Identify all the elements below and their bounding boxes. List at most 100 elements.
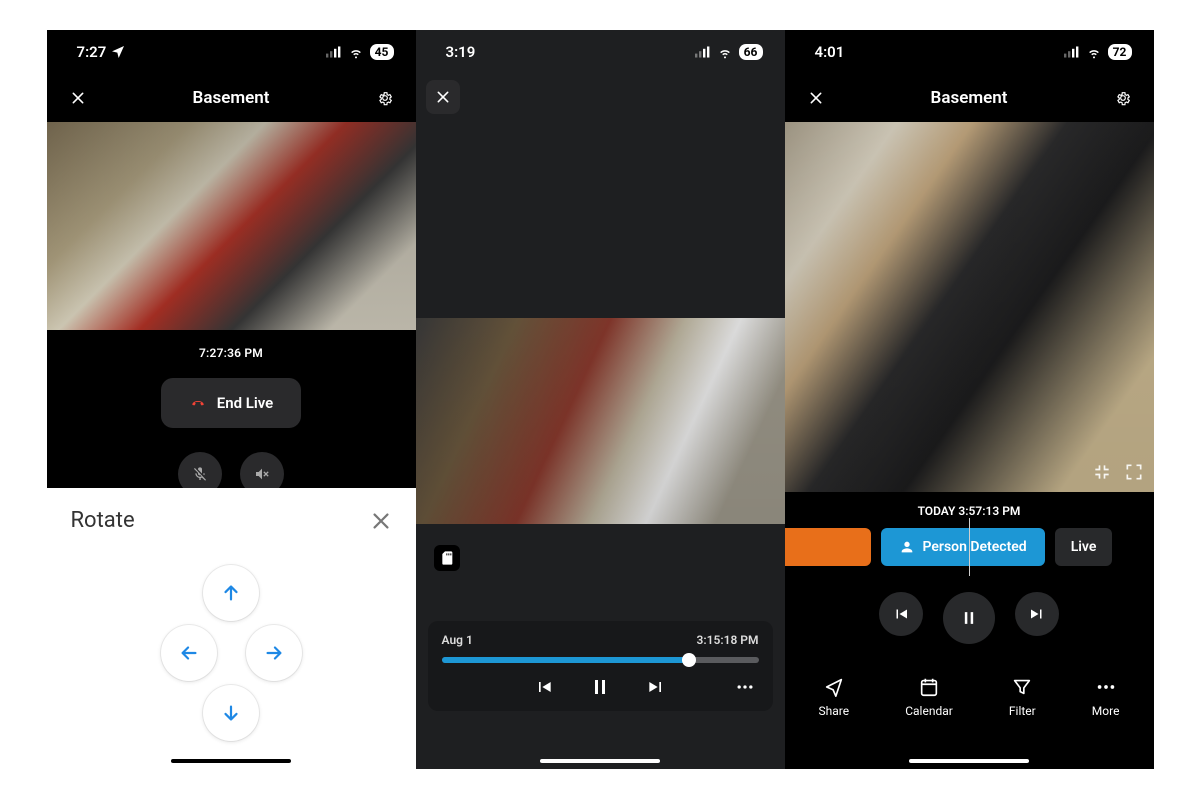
live-timestamp: 7:27:36 PM: [199, 346, 263, 360]
pause-button[interactable]: [588, 675, 612, 703]
person-detected-chip[interactable]: Person Detected: [881, 528, 1045, 566]
calendar-button[interactable]: Calendar: [905, 676, 953, 718]
battery-percent: 45: [370, 44, 394, 60]
wifi-icon: [717, 44, 733, 60]
arrow-down-icon: [220, 702, 242, 724]
close-button[interactable]: [426, 80, 460, 114]
fullscreen-icon[interactable]: [1124, 462, 1144, 482]
app-header: Basement: [785, 74, 1154, 122]
pause-icon: [959, 608, 979, 628]
phone-1-live-view: 7:27 45 Basement 7:27:36 PM End Live: [47, 30, 416, 769]
filter-label: Filter: [1009, 704, 1036, 718]
mic-off-icon: [192, 466, 208, 482]
timeline-chips[interactable]: Person Detected Live: [785, 528, 1154, 566]
person-detected-label: Person Detected: [923, 539, 1027, 555]
scrubber-progress: [442, 657, 689, 663]
bottom-toolbar: Share Calendar Filter More: [785, 666, 1154, 768]
pause-button[interactable]: [943, 592, 995, 644]
rotate-left-button[interactable]: [161, 625, 217, 681]
close-icon: [70, 90, 86, 106]
more-icon: [735, 677, 755, 697]
phone-2-playback: 3:19 66 Aug 1 3:15:18 PM: [416, 30, 785, 769]
end-live-label: End Live: [217, 394, 274, 412]
close-icon: [808, 90, 824, 106]
recorded-camera-feed[interactable]: [416, 318, 785, 524]
filter-icon: [1011, 676, 1033, 698]
scrubber-knob[interactable]: [682, 653, 696, 667]
gear-icon: [377, 90, 393, 106]
sd-card-icon: [439, 550, 455, 566]
playback-time: 3:15:18 PM: [697, 633, 759, 647]
phone-3-event-view: 4:01 72 Basement TODAY 3:57:13 PM: [785, 30, 1154, 769]
scrubber[interactable]: [442, 657, 759, 663]
location-arrow-icon: [110, 44, 126, 60]
skip-previous-icon: [892, 605, 910, 623]
settings-button[interactable]: [1106, 81, 1140, 115]
share-icon: [823, 676, 845, 698]
timeline-event-chip[interactable]: [785, 528, 871, 566]
gear-icon: [1115, 90, 1131, 106]
skip-next-icon: [1028, 605, 1046, 623]
rotate-right-button[interactable]: [246, 625, 302, 681]
filter-button[interactable]: Filter: [1009, 676, 1036, 718]
event-camera-feed[interactable]: [785, 122, 1154, 492]
home-indicator[interactable]: [171, 759, 291, 763]
share-button[interactable]: Share: [819, 676, 850, 718]
wifi-icon: [348, 44, 364, 60]
share-label: Share: [819, 704, 850, 718]
arrow-left-icon: [178, 642, 200, 664]
playback-date: Aug 1: [442, 633, 473, 647]
settings-button[interactable]: [368, 81, 402, 115]
rotate-down-button[interactable]: [203, 685, 259, 741]
status-bar: 3:19 66: [416, 30, 785, 74]
next-button[interactable]: [646, 677, 666, 701]
arrow-right-icon: [263, 642, 285, 664]
page-title: Basement: [193, 88, 270, 108]
sd-card-button[interactable]: [434, 545, 460, 571]
pause-icon: [588, 675, 612, 699]
wifi-icon: [1086, 44, 1102, 60]
rotate-sheet: Rotate: [47, 488, 416, 769]
cellular-signal-icon: [1064, 44, 1080, 60]
skip-next-icon: [646, 677, 666, 697]
speaker-off-icon: [254, 466, 270, 482]
home-indicator[interactable]: [909, 759, 1029, 763]
playback-more-button[interactable]: [735, 677, 755, 701]
page-title: Basement: [931, 88, 1008, 108]
rotate-title: Rotate: [71, 508, 135, 533]
close-icon: [435, 89, 451, 105]
close-sheet-button[interactable]: [370, 510, 392, 532]
rotate-up-button[interactable]: [203, 565, 259, 621]
live-controls: 7:27:36 PM End Live: [47, 330, 416, 496]
calendar-icon: [918, 676, 940, 698]
more-label: More: [1092, 704, 1120, 718]
close-button[interactable]: [61, 81, 95, 115]
previous-button[interactable]: [534, 677, 554, 701]
live-camera-feed[interactable]: [47, 122, 416, 330]
skip-previous-icon: [534, 677, 554, 697]
rotate-dpad: [49, 539, 414, 759]
status-time: 3:19: [446, 43, 476, 61]
previous-button[interactable]: [879, 592, 923, 636]
close-button[interactable]: [799, 81, 833, 115]
playback-panel: Aug 1 3:15:18 PM: [428, 621, 773, 711]
timeline-playhead: [969, 518, 970, 576]
live-chip[interactable]: Live: [1055, 528, 1113, 566]
cellular-signal-icon: [695, 44, 711, 60]
cellular-signal-icon: [326, 44, 342, 60]
person-icon: [899, 539, 915, 555]
collapse-icon[interactable]: [1092, 462, 1112, 482]
hangup-icon: [189, 396, 207, 410]
event-play-controls: [785, 566, 1154, 666]
next-button[interactable]: [1015, 592, 1059, 636]
end-live-button[interactable]: End Live: [161, 378, 302, 428]
calendar-label: Calendar: [905, 704, 953, 718]
battery-percent: 72: [1108, 44, 1132, 60]
more-button[interactable]: More: [1092, 676, 1120, 718]
home-indicator[interactable]: [540, 759, 660, 763]
more-icon: [1095, 676, 1117, 698]
arrow-up-icon: [220, 582, 242, 604]
app-header: Basement: [47, 74, 416, 122]
status-time: 4:01: [815, 43, 845, 61]
battery-percent: 66: [739, 44, 763, 60]
